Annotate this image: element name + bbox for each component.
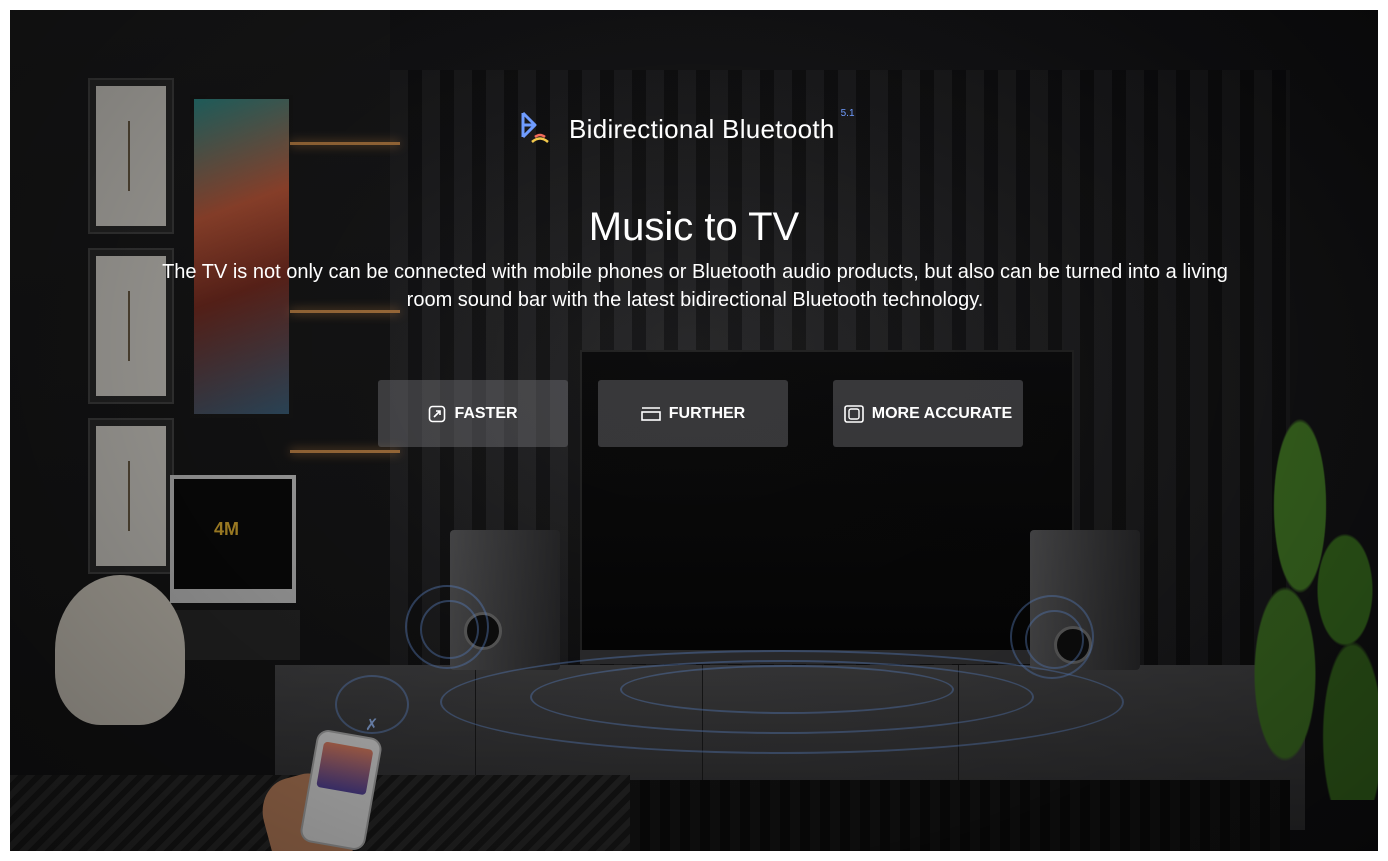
description: The TV is not only can be connected with… (162, 261, 1228, 311)
bluetooth-icon (515, 107, 561, 151)
brand-label: Bidirectional Bluetooth (569, 113, 835, 144)
hero-banner: 4M ✗ Bidirectional Bluetooth 5.1 (10, 10, 1378, 851)
bluetooth-version: 5.1 (840, 107, 855, 119)
feature-label: FASTER (454, 404, 518, 422)
horizontal-lines-icon (640, 406, 661, 421)
brand-heading: Bidirectional Bluetooth 5.1 (515, 105, 855, 153)
feature-further: FURTHER (598, 380, 788, 447)
feature-label: FURTHER (668, 404, 746, 422)
feature-more-accurate: MORE ACCURATE (833, 380, 1023, 447)
arrow-up-right-icon (429, 405, 446, 422)
feature-faster: FASTER (378, 380, 568, 447)
page-title: Music to TV (588, 204, 800, 249)
target-square-icon (843, 404, 864, 423)
feature-label: MORE ACCURATE (871, 404, 1013, 422)
